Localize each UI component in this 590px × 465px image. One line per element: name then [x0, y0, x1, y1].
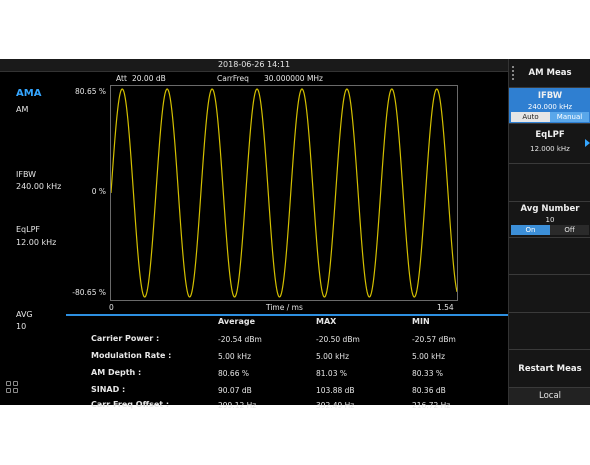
- local-button[interactable]: Local: [509, 388, 590, 405]
- carrfreq-value: 30.000000 MHz: [264, 74, 323, 83]
- x-tick-label: 0: [109, 303, 114, 312]
- mode-label: AMA: [16, 88, 42, 99]
- section-divider: [66, 314, 508, 316]
- row-label-am-depth: AM Depth :: [91, 368, 142, 377]
- blank-softkey-1[interactable]: [509, 164, 590, 202]
- eqlpf-softkey-value: 12.000 kHz: [530, 145, 570, 153]
- avg-label: AVG: [16, 310, 33, 319]
- cell-value: 5.00 kHz: [316, 352, 350, 361]
- att-value: 20.00 dB: [132, 74, 166, 83]
- grid-cell-icon: [6, 388, 11, 393]
- cell-value: 81.03 %: [316, 369, 347, 378]
- restart-meas-label: Restart Meas: [518, 364, 582, 374]
- eqlpf-softkey-label: EqLPF: [535, 130, 565, 140]
- blank-softkey-2[interactable]: [509, 238, 590, 275]
- mode-sub-label: AM: [16, 105, 29, 114]
- row-label-carr-freq-offset: Carr Freq Offset :: [91, 400, 170, 409]
- y-tick-label: -80.65 %: [72, 288, 106, 297]
- menu-title-section: AM Meas: [509, 59, 590, 88]
- ifbw-softkey-label: IFBW: [537, 91, 563, 101]
- softkey-panel: AM Meas IFBW 240.000 kHz Auto Manual EqL…: [508, 59, 590, 405]
- grid-cell-icon: [13, 381, 18, 386]
- waveform-plot[interactable]: [110, 85, 458, 301]
- waveform-svg: [110, 88, 458, 298]
- restart-meas-softkey[interactable]: Restart Meas: [509, 350, 590, 388]
- row-label-carrier-power: Carrier Power :: [91, 334, 160, 343]
- row-label-sinad: SINAD :: [91, 385, 126, 394]
- col-header-average: Average: [218, 317, 256, 326]
- grid-menu-icon[interactable]: [6, 381, 20, 395]
- blank-softkey-4[interactable]: [509, 313, 590, 350]
- status-bar: 2018-06-26 14:11: [0, 59, 508, 72]
- avg-number-value: 10: [545, 216, 555, 224]
- ifbw-manual-option[interactable]: Manual: [550, 112, 589, 122]
- cell-value: 5.00 kHz: [218, 352, 252, 361]
- ifbw-softkey[interactable]: IFBW 240.000 kHz Auto Manual: [509, 88, 590, 124]
- menu-title: AM Meas: [528, 68, 572, 78]
- ifbw-softkey-value: 240.000 kHz: [527, 103, 573, 111]
- measurement-area: Att 20.00 dB CarrFreq 30.000000 MHz 80.6…: [66, 72, 508, 410]
- date-time: 2018-06-26 14:11: [217, 60, 291, 69]
- avg-on-off-toggle[interactable]: On Off: [511, 225, 589, 235]
- x-axis-label: Time / ms: [266, 303, 303, 312]
- carrfreq-label: CarrFreq: [217, 74, 249, 83]
- ifbw-label: IFBW: [16, 170, 37, 179]
- submenu-arrow-icon: [585, 139, 590, 147]
- cell-value: 90.07 dB: [218, 386, 252, 395]
- y-tick-label: 0 %: [91, 187, 106, 196]
- x-tick-label: 1.54: [437, 303, 454, 312]
- local-label: Local: [538, 391, 562, 401]
- blank-softkey-3[interactable]: [509, 275, 590, 313]
- ifbw-auto-option[interactable]: Auto: [511, 112, 550, 122]
- cell-value: 299.12 Hz: [218, 401, 257, 410]
- avg-number-label: Avg Number: [520, 204, 580, 214]
- cell-value: 392.49 Hz: [316, 401, 355, 410]
- cell-value: -20.57 dBm: [412, 335, 456, 344]
- avg-value: 10: [16, 322, 27, 331]
- cell-value: 216.72 Hz: [412, 401, 451, 410]
- att-label: Att: [116, 74, 127, 83]
- cell-value: 103.88 dB: [316, 386, 355, 395]
- cell-value: 80.36 dB: [412, 386, 446, 395]
- eqlpf-value: 12.00 kHz: [16, 238, 57, 247]
- ifbw-value: 240.00 kHz: [16, 182, 62, 191]
- avg-on-option[interactable]: On: [511, 225, 550, 235]
- ifbw-auto-manual-toggle[interactable]: Auto Manual: [511, 112, 589, 122]
- am-waveform-trace: [110, 88, 458, 298]
- cell-value: 80.66 %: [218, 369, 249, 378]
- grid-cell-icon: [6, 381, 11, 386]
- cell-value: -20.50 dBm: [316, 335, 360, 344]
- eqlpf-softkey[interactable]: EqLPF 12.000 kHz: [509, 124, 590, 164]
- cell-value: 80.33 %: [412, 369, 443, 378]
- grid-cell-icon: [13, 388, 18, 393]
- col-header-min: MIN: [412, 317, 430, 326]
- row-label-modulation-rate: Modulation Rate :: [91, 351, 172, 360]
- left-info-panel: AMA AM IFBW 240.00 kHz EqLPF 12.00 kHz A…: [0, 72, 66, 405]
- avg-off-option[interactable]: Off: [550, 225, 589, 235]
- y-tick-label: 80.65 %: [75, 87, 106, 96]
- analyzer-screen: 2018-06-26 14:11 AMA AM IFBW 240.00 kHz …: [0, 59, 590, 410]
- eqlpf-label: EqLPF: [16, 225, 41, 234]
- avg-number-softkey[interactable]: Avg Number 10 On Off: [509, 202, 590, 238]
- cell-value: -20.54 dBm: [218, 335, 262, 344]
- cell-value: 5.00 kHz: [412, 352, 446, 361]
- col-header-max: MAX: [316, 317, 337, 326]
